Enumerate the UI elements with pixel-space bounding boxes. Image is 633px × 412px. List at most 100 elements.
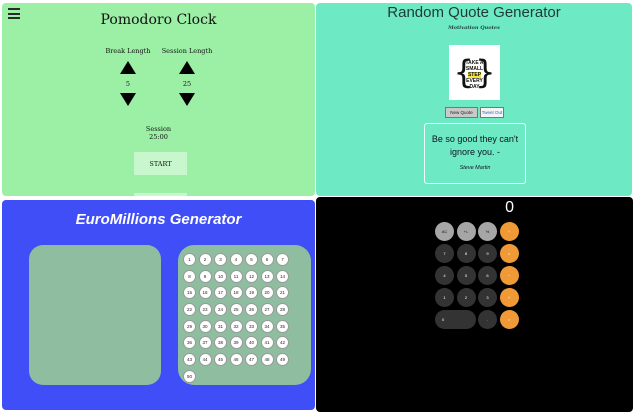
calc-key[interactable]: 8 (456, 244, 476, 263)
number-ball[interactable]: 28 (276, 303, 289, 317)
calc-key[interactable]: 7 (435, 244, 454, 263)
number-ball[interactable]: 23 (198, 303, 212, 317)
session-length-value: 25 (182, 80, 192, 88)
calc-key[interactable]: × (499, 244, 519, 263)
number-ball-grid: 1 2 3 4 5 6 7 8 9 10 11 12 13 14 15 16 17 18 19 20 21 22 23 24 2… (183, 253, 290, 387)
calc-key[interactable]: 1 (435, 288, 454, 307)
number-ball[interactable]: 47 (245, 353, 258, 367)
selected-numbers-box (29, 245, 161, 385)
number-ball[interactable]: 7 (276, 253, 289, 266)
number-ball[interactable]: 4 (229, 253, 243, 266)
number-ball[interactable]: 40 (245, 336, 258, 350)
number-ball[interactable]: 18 (229, 286, 243, 300)
number-ball[interactable]: 45 (214, 353, 227, 367)
calc-key[interactable]: = (499, 310, 519, 329)
number-ball[interactable]: 22 (183, 303, 196, 317)
number-ball[interactable]: 5 (245, 253, 258, 266)
number-picker-box: 1 2 3 4 5 6 7 8 9 10 11 12 13 14 15 16 17 18 19 20 21 22 23 24 2… (178, 245, 311, 385)
number-ball[interactable]: 46 (229, 353, 243, 367)
number-ball[interactable]: 20 (260, 286, 274, 300)
number-ball[interactable]: 11 (229, 269, 243, 283)
quote-author: Steve Martin (459, 165, 491, 171)
number-ball[interactable]: 19 (245, 286, 258, 300)
new-quote-button[interactable]: New Quote (445, 107, 478, 118)
number-ball[interactable]: 21 (276, 286, 289, 300)
calc-key[interactable]: + (499, 288, 519, 307)
number-ball[interactable]: 27 (260, 303, 274, 317)
number-ball[interactable]: 49 (276, 353, 289, 367)
break-increment-arrow-icon[interactable] (120, 61, 136, 74)
quote-text: Be so good they can't ignore you. - (431, 134, 519, 157)
number-ball[interactable]: 9 (198, 269, 212, 283)
number-ball[interactable]: 15 (183, 286, 196, 300)
number-ball[interactable]: 42 (276, 336, 289, 350)
calc-key[interactable]: 3 (478, 288, 497, 307)
number-ball[interactable]: 30 (198, 319, 212, 333)
calc-key[interactable]: 5 (456, 266, 476, 285)
session-increment-arrow-icon[interactable] (179, 61, 195, 74)
number-ball[interactable]: 43 (183, 353, 196, 367)
calc-key[interactable]: % (478, 222, 497, 241)
number-ball[interactable]: 25 (229, 303, 243, 317)
number-ball[interactable]: 48 (260, 353, 274, 367)
calc-key[interactable]: − (499, 266, 519, 285)
start-button[interactable]: START (134, 152, 187, 175)
motivation-image: { TAKE A SMALL STEP EVERY DAY } (449, 45, 500, 100)
euromillions-panel: EuroMillions Generator 1 2 3 4 5 6 7 8 9 10 11 12 13… (2, 200, 315, 410)
calc-key[interactable]: 0 (435, 310, 476, 329)
number-ball[interactable]: 34 (260, 319, 274, 333)
quote-panel: Random Quote Generator Motivation Quotes… (316, 3, 632, 196)
calc-key[interactable]: ÷ (499, 222, 519, 241)
number-ball[interactable]: 36 (183, 336, 196, 350)
number-ball[interactable]: 13 (260, 269, 274, 283)
number-ball[interactable]: 17 (214, 286, 227, 300)
partial-button[interactable] (134, 193, 187, 196)
tweet-button[interactable]: Tweet Out (480, 107, 504, 118)
calc-key[interactable]: 9 (478, 244, 497, 263)
calculator-keypad: AC +/-% ÷ 7 8 9 × 4 5 6− 1 2 3 +0. = (435, 222, 519, 329)
calculator-panel: 0 AC +/-% ÷ 7 8 9 × 4 5 6− 1 2 3 +0. = (316, 197, 633, 412)
number-ball[interactable]: 41 (260, 336, 274, 350)
calculator-display: 0 (505, 199, 514, 216)
number-ball[interactable]: 31 (214, 319, 227, 333)
calc-key[interactable]: 4 (435, 266, 454, 285)
number-ball[interactable]: 2 (198, 253, 212, 266)
number-ball[interactable]: 50 (183, 369, 196, 383)
break-decrement-arrow-icon[interactable] (120, 93, 136, 106)
number-ball[interactable]: 35 (276, 319, 289, 333)
quote-title: Random Quote Generator (387, 4, 561, 21)
number-ball[interactable]: 44 (198, 353, 212, 367)
number-ball[interactable]: 26 (245, 303, 258, 317)
number-ball[interactable]: 10 (214, 269, 227, 283)
calc-key[interactable]: . (478, 310, 497, 329)
euromillions-title: EuroMillions Generator (75, 211, 242, 228)
session-timer-display: Session 25:00 (2, 125, 315, 141)
number-ball[interactable]: 39 (229, 336, 243, 350)
pomodoro-title: Pomodoro Clock (100, 12, 217, 28)
session-name: Session (145, 125, 172, 133)
number-ball[interactable]: 33 (245, 319, 258, 333)
number-ball[interactable]: 38 (214, 336, 227, 350)
session-length-label: Session Length (161, 47, 213, 55)
pomodoro-panel[interactable]: Pomodoro Clock Break Length 5 Session Le… (2, 3, 315, 196)
number-ball[interactable]: 37 (198, 336, 212, 350)
session-decrement-arrow-icon[interactable] (179, 93, 195, 106)
number-ball[interactable]: 6 (260, 253, 274, 266)
calc-key[interactable]: 6 (478, 266, 497, 285)
number-ball[interactable]: 3 (214, 253, 227, 266)
number-ball[interactable]: 16 (198, 286, 212, 300)
calc-key[interactable]: +/- (456, 222, 476, 241)
quote-subtitle: Motivation Quotes (448, 25, 500, 31)
number-ball[interactable]: 32 (229, 319, 243, 333)
session-time: 25:00 (149, 133, 168, 141)
session-length-control: Session Length 25 (152, 47, 222, 106)
number-ball[interactable]: 24 (214, 303, 227, 317)
number-ball[interactable]: 8 (183, 269, 196, 283)
calc-key[interactable]: 2 (456, 288, 476, 307)
number-ball[interactable]: 29 (183, 319, 196, 333)
number-ball[interactable]: 14 (276, 269, 289, 283)
calc-key[interactable]: AC (435, 222, 454, 241)
right-brace-icon: } (475, 52, 496, 91)
number-ball[interactable]: 1 (183, 253, 196, 266)
number-ball[interactable]: 12 (245, 269, 258, 283)
